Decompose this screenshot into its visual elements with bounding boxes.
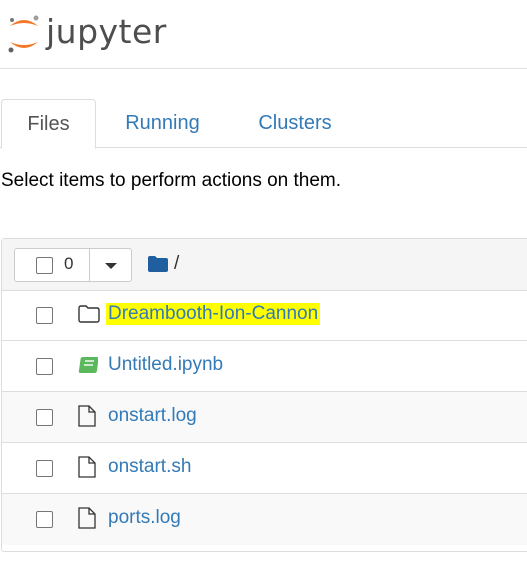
list-item[interactable]: Untitled.ipynb	[2, 341, 527, 392]
folder-outline-icon	[78, 305, 100, 323]
file-icon	[78, 507, 96, 529]
file-list-header: 0 /	[2, 239, 527, 291]
file-icon	[78, 456, 96, 478]
item-checkbox[interactable]	[36, 358, 53, 375]
file-list: 0 / Dreambooth-Ion-Cannon Untitled.ipynb…	[1, 238, 527, 552]
notebook-icon	[78, 357, 98, 373]
select-all-button[interactable]: 0	[14, 248, 90, 282]
tab-running[interactable]: Running	[110, 99, 215, 147]
list-item[interactable]: ports.log	[2, 494, 527, 545]
jupyter-file-browser: jupyter Files Running Clusters Select it…	[0, 0, 527, 577]
select-all-checkbox[interactable]	[36, 257, 53, 274]
tab-files[interactable]: Files	[1, 99, 96, 149]
tab-clusters[interactable]: Clusters	[240, 99, 350, 147]
folder-icon[interactable]	[148, 256, 168, 272]
item-checkbox[interactable]	[36, 409, 53, 426]
item-name-link[interactable]: Dreambooth-Ion-Cannon	[106, 303, 321, 325]
item-name-link[interactable]: ports.log	[108, 507, 181, 529]
instructions-text: Select items to perform actions on them.	[1, 170, 342, 191]
logo-text: jupyter	[46, 11, 167, 51]
list-item[interactable]: onstart.sh	[2, 443, 527, 494]
header: jupyter	[0, 0, 527, 69]
breadcrumb-root[interactable]: /	[174, 253, 179, 275]
item-checkbox[interactable]	[36, 460, 53, 477]
select-button-group: 0	[14, 248, 132, 282]
file-icon	[78, 405, 96, 427]
list-item[interactable]: onstart.log	[2, 392, 527, 443]
breadcrumb: /	[148, 252, 179, 276]
item-checkbox[interactable]	[36, 511, 53, 528]
item-checkbox[interactable]	[36, 307, 53, 324]
list-item[interactable]: Dreambooth-Ion-Cannon	[2, 290, 527, 341]
caret-down-icon	[105, 263, 117, 269]
item-name-link[interactable]: Untitled.ipynb	[108, 354, 223, 376]
select-dropdown-button[interactable]	[90, 248, 132, 282]
item-name-link[interactable]: onstart.sh	[108, 456, 191, 478]
jupyter-logo-icon	[8, 15, 39, 53]
item-name-link[interactable]: onstart.log	[108, 405, 197, 427]
tab-bar: Files Running Clusters	[0, 99, 527, 149]
jupyter-logo[interactable]: jupyter	[6, 12, 167, 56]
selected-count: 0	[64, 254, 74, 273]
